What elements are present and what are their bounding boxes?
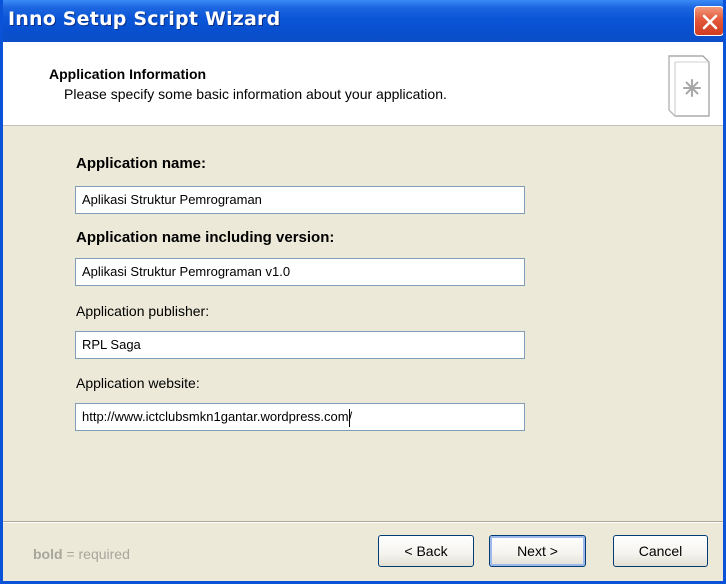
app-version-label: Application name including version:: [76, 229, 335, 246]
page-heading: Application Information: [49, 66, 207, 82]
wizard-header: Application Information Please specify s…: [3, 42, 723, 126]
wizard-document-icon: [663, 50, 715, 122]
publisher-label: Application publisher:: [76, 303, 210, 319]
window-title: Inno Setup Script Wizard: [8, 8, 281, 30]
cancel-button[interactable]: Cancel: [613, 535, 708, 567]
website-label: Application website:: [76, 375, 200, 391]
app-name-label: Application name:: [76, 155, 207, 172]
title-bar[interactable]: Inno Setup Script Wizard: [3, 0, 723, 42]
website-input[interactable]: http://www.ictclubsmkn1gantar.wordpress.…: [75, 403, 525, 431]
close-button[interactable]: [694, 6, 723, 36]
back-button[interactable]: < Back: [378, 535, 474, 567]
footer-separator: [3, 521, 723, 523]
text-caret: [349, 408, 351, 427]
required-legend: bold = required: [33, 546, 130, 562]
app-name-input[interactable]: Aplikasi Struktur Pemrograman: [75, 186, 525, 214]
required-legend-bold: bold: [33, 546, 63, 562]
next-button[interactable]: Next >: [489, 535, 586, 567]
website-value: http://www.ictclubsmkn1gantar.wordpress.…: [82, 409, 353, 424]
app-version-input[interactable]: Aplikasi Struktur Pemrograman v1.0: [75, 258, 525, 286]
publisher-input[interactable]: RPL Saga: [75, 331, 525, 359]
required-legend-text: = required: [62, 546, 130, 562]
wizard-window: Inno Setup Script Wizard Application Inf…: [0, 0, 726, 584]
page-subheading: Please specify some basic information ab…: [64, 86, 447, 102]
